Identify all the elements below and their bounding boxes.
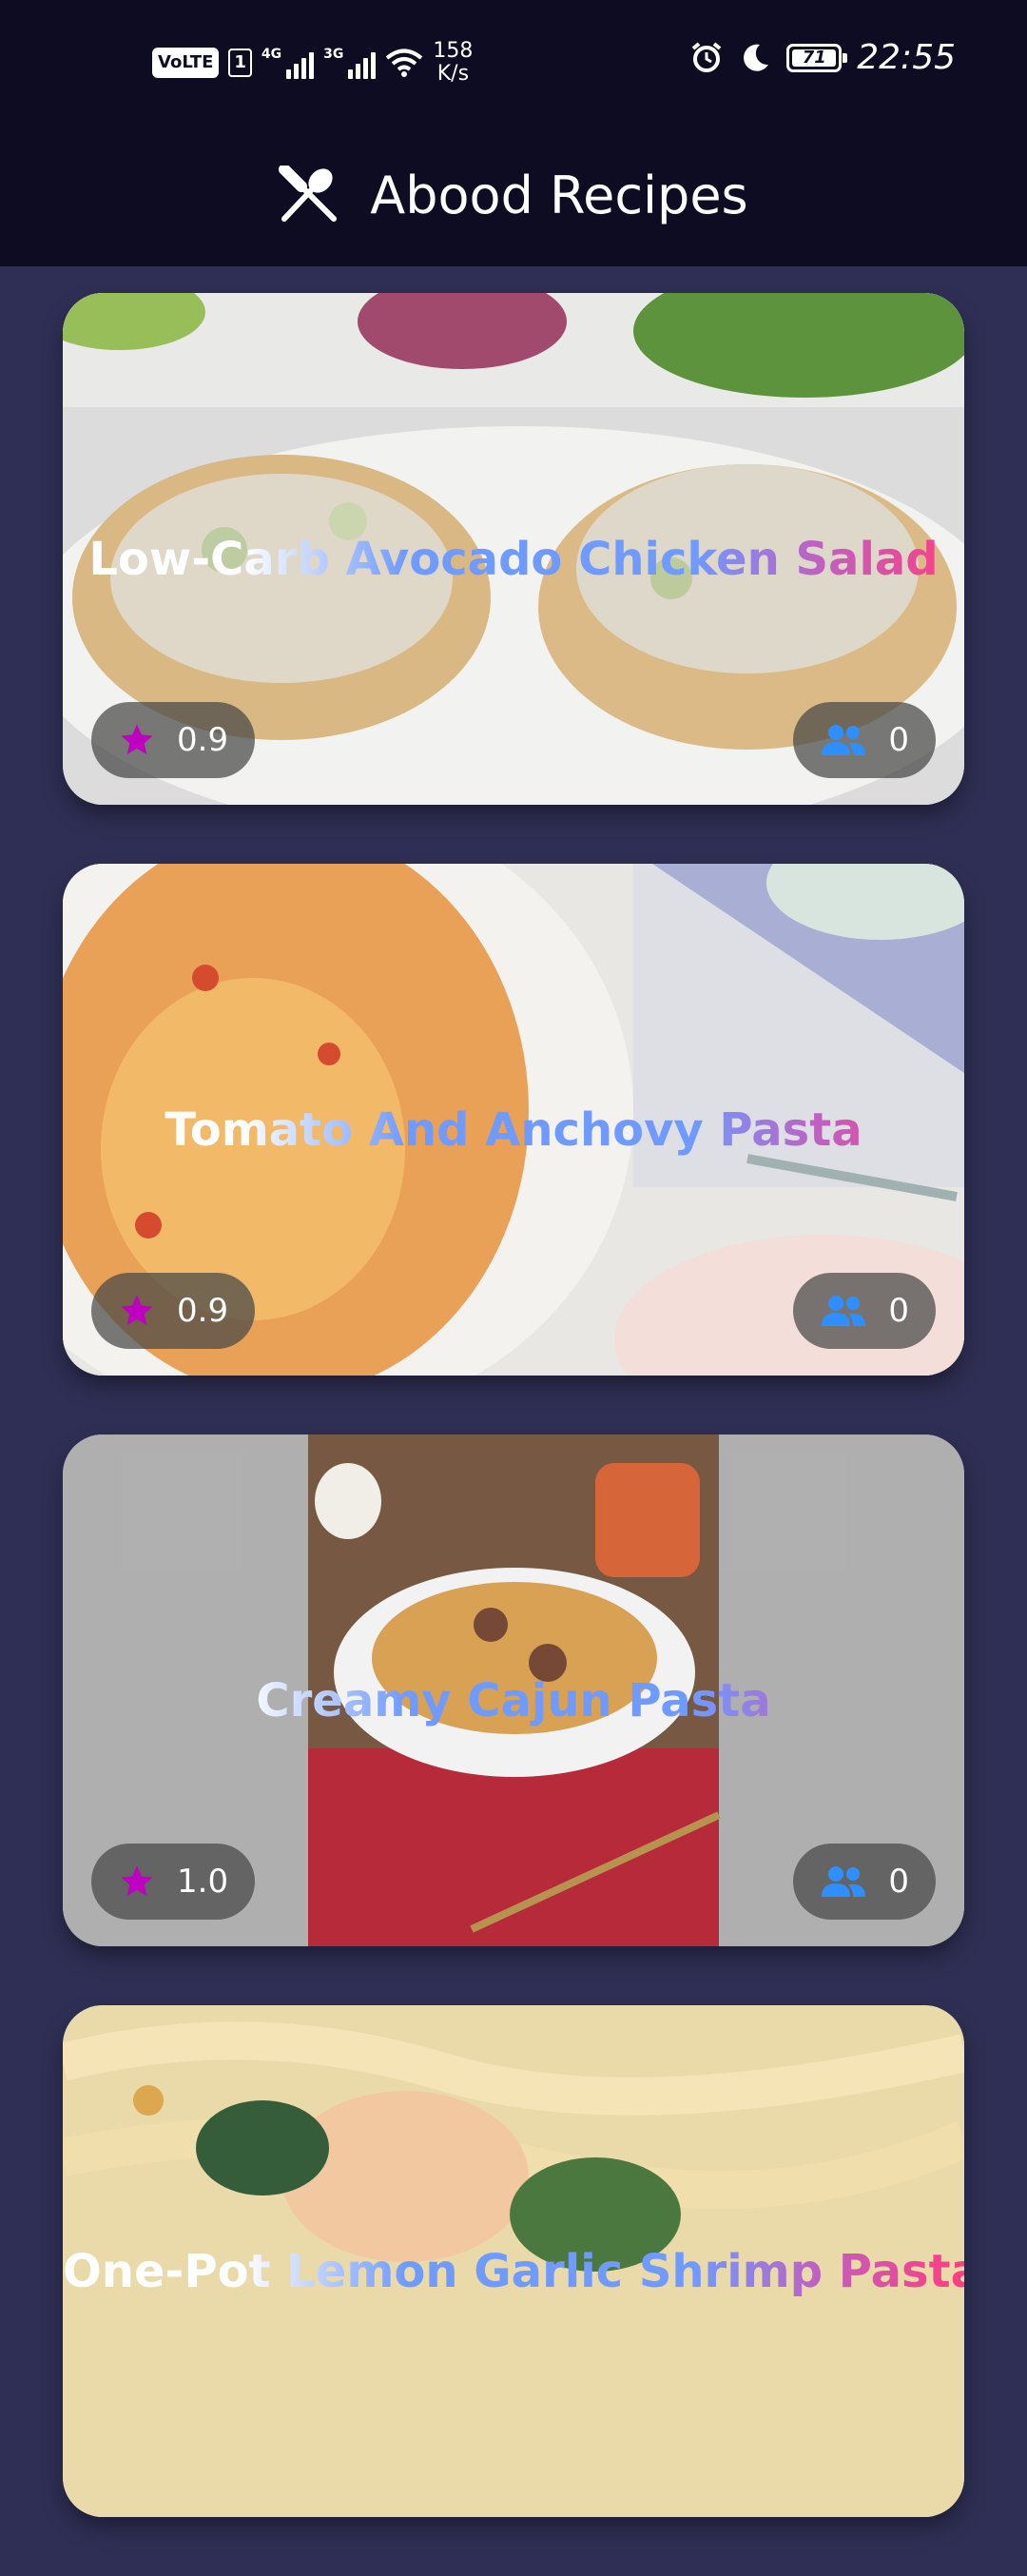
sim-badge: 1 [228, 49, 252, 77]
clock: 22:55 [857, 38, 956, 77]
app-bar: Abood Recipes [0, 124, 1027, 266]
recipe-card[interactable]: One-Pot Lemon Garlic Shrimp Pasta [63, 2005, 964, 2517]
alarm-icon [691, 41, 722, 72]
rating-value: 0.9 [177, 721, 229, 759]
rating-badge: 1.0 [91, 1844, 256, 1920]
star-icon [121, 724, 153, 754]
signal-3g-icon: 3G [323, 47, 377, 79]
recipe-list[interactable]: Low-Carb Avocado Chicken Salad 0.9 0 Tom… [63, 293, 964, 2576]
moon-icon [744, 44, 769, 71]
rating-badge: 0.9 [91, 702, 256, 778]
recipe-card[interactable]: Creamy Cajun Pasta 1.0 0 [63, 1434, 964, 1946]
app-title: Abood Recipes [370, 165, 748, 225]
fork-spoon-icon [279, 166, 338, 222]
people-count: 0 [888, 721, 909, 759]
rating-value: 1.0 [177, 1863, 229, 1901]
battery-icon: 71 [786, 43, 848, 72]
status-right: 71 22:55 [689, 38, 956, 77]
recipe-title: Tomato And Anchovy Pasta [63, 1103, 964, 1157]
signal-4g-icon: 4G [262, 47, 315, 79]
star-icon [121, 1865, 153, 1896]
recipe-title: Low-Carb Avocado Chicken Salad [63, 533, 964, 586]
network-speed: 158 K/s [433, 39, 474, 86]
people-count: 0 [888, 1863, 909, 1901]
wifi-icon [386, 49, 423, 77]
people-badge: 0 [793, 1273, 936, 1349]
people-badge: 0 [793, 702, 936, 778]
people-badge: 0 [793, 1844, 936, 1920]
people-icon [822, 1296, 866, 1326]
volte-badge: VoLTE [152, 48, 220, 78]
people-icon [822, 725, 866, 755]
rating-value: 0.9 [177, 1292, 229, 1330]
recipe-title: Creamy Cajun Pasta [63, 1674, 964, 1727]
recipe-title: One-Pot Lemon Garlic Shrimp Pasta [63, 2245, 964, 2298]
status-bar: VoLTE 1 4G 3G 158 K/s 71 22:55 [0, 0, 1027, 124]
star-icon [121, 1295, 153, 1325]
recipe-card[interactable]: Low-Carb Avocado Chicken Salad 0.9 0 [63, 293, 964, 805]
status-left: VoLTE 1 4G 3G 158 K/s [152, 40, 473, 86]
people-icon [822, 1866, 866, 1897]
rating-badge: 0.9 [91, 1273, 256, 1349]
people-count: 0 [888, 1292, 909, 1330]
recipe-card[interactable]: Tomato And Anchovy Pasta 0.9 0 [63, 864, 964, 1376]
